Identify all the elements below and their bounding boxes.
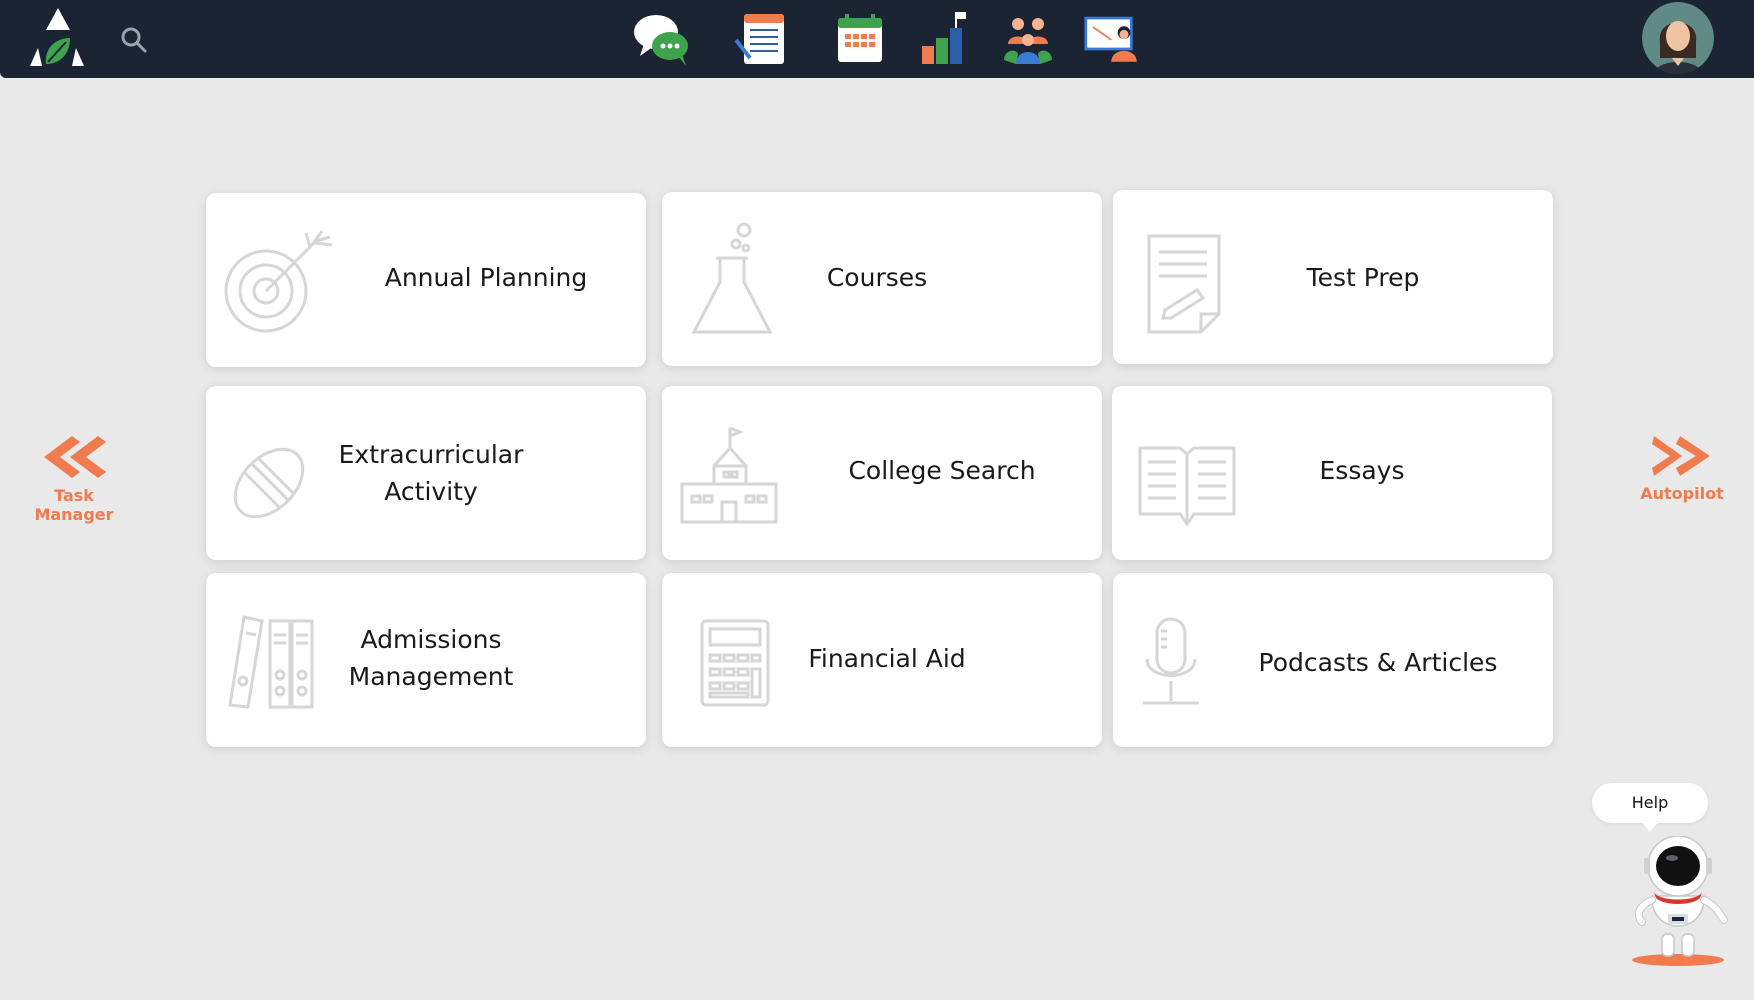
card-label: Essays — [1319, 456, 1405, 485]
calculator-icon — [700, 619, 770, 707]
card-college-search[interactable]: College Search — [662, 386, 1102, 560]
football-icon — [233, 447, 305, 519]
card-label: Financial Aid — [808, 644, 966, 673]
top-bar — [0, 0, 1754, 78]
autopilot-button[interactable]: Autopilot — [1632, 434, 1732, 503]
card-label: Annual Planning — [384, 263, 588, 292]
summit-leaf-logo[interactable] — [20, 8, 96, 70]
double-chevron-left-icon — [44, 436, 106, 478]
presentation-icon[interactable] — [1084, 10, 1144, 68]
progress-chart-icon[interactable] — [914, 10, 974, 68]
help-button[interactable]: Help — [1592, 783, 1708, 823]
task-manager-label: Task Manager — [34, 486, 114, 524]
card-label: Courses — [826, 263, 928, 292]
binders-icon — [228, 615, 314, 709]
task-manager-button[interactable]: Task Manager — [14, 434, 134, 524]
test-paper-icon — [1147, 234, 1221, 334]
card-essays[interactable]: Essays — [1112, 386, 1552, 560]
user-avatar[interactable] — [1642, 2, 1714, 74]
help-bubble-tail — [1640, 820, 1660, 832]
card-label: College Search — [848, 456, 1036, 485]
card-annual-planning[interactable]: Annual Planning — [206, 193, 646, 367]
notes-icon[interactable] — [730, 10, 790, 68]
card-label: Admissions Management — [348, 625, 514, 691]
autopilot-label: Autopilot — [1640, 484, 1724, 503]
card-label: Extracurricular Activity — [338, 440, 524, 506]
group-icon[interactable] — [998, 10, 1058, 68]
double-chevron-right-icon — [1652, 436, 1710, 476]
chat-bubbles-icon[interactable] — [632, 10, 692, 68]
college-building-icon — [680, 426, 778, 524]
card-podcasts-articles[interactable]: Podcasts & Articles — [1113, 573, 1553, 747]
card-financial-aid[interactable]: Financial Aid — [662, 573, 1102, 747]
card-test-prep[interactable]: Test Prep — [1113, 190, 1553, 364]
calendar-icon[interactable] — [830, 10, 890, 68]
card-label: Test Prep — [1306, 263, 1420, 292]
flask-icon — [691, 222, 773, 334]
target-icon — [224, 230, 333, 333]
search-icon[interactable] — [120, 26, 148, 54]
card-courses[interactable]: Courses — [662, 192, 1102, 366]
card-admissions-management[interactable]: Admissions Management — [206, 573, 646, 747]
microphone-icon — [1143, 617, 1199, 705]
card-label: Podcasts & Articles — [1258, 648, 1498, 677]
astronaut-icon[interactable] — [1628, 836, 1728, 968]
card-extracurricular-activity[interactable]: Extracurricular Activity — [206, 386, 646, 560]
open-book-icon — [1138, 446, 1236, 527]
